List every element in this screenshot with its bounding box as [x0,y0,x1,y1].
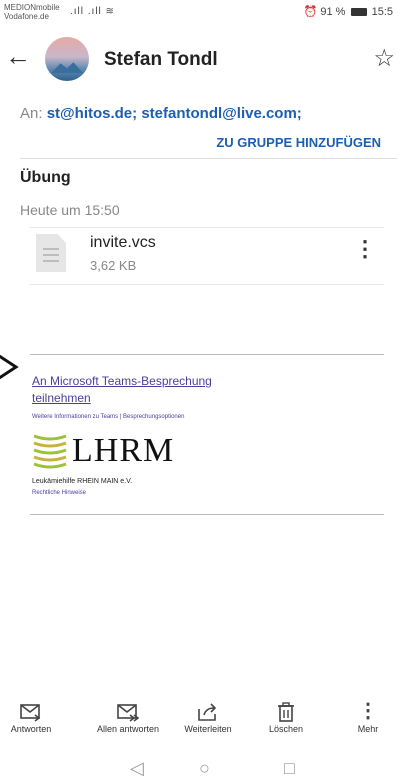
attachment-size: 3,62 KB [90,258,137,273]
forward-button[interactable]: Weiterleiten [176,700,240,734]
teams-info-links[interactable]: Weitere Informationen zu Teams | Besprec… [32,414,184,420]
message-subject: Übung [20,169,71,186]
teams-link-line1[interactable]: An Microsoft Teams-Besprechung [32,373,212,390]
legal-link[interactable]: Rechtliche Hinweise [32,490,86,496]
logo-emblem-icon [33,434,67,469]
action-bar: Antworten Allen antworten Weiterleiten L… [0,700,397,746]
more-label: Mehr [357,724,379,734]
reply-icon [20,704,41,722]
nav-recents-icon[interactable]: □ [284,758,295,779]
recipients-line: An: st@hitos.de; stefantondl@live.com; [20,105,302,122]
logo-text: LHRM [72,432,175,469]
star-icon[interactable]: ☆ [373,44,395,73]
carrier-info: MEDIONmobile Vodafone.de [4,3,60,21]
clock: 15:5 [371,6,393,18]
add-to-group-button[interactable]: ZU GRUPPE HINZUFÜGEN [216,135,381,150]
back-arrow-icon[interactable]: ← [4,42,32,72]
document-icon [36,234,66,272]
battery-icon [350,8,367,17]
organization-name: Leukämiehilfe RHEIN MAIN e.V. [32,478,133,485]
status-right: ⏰ 91 % 15:5 [304,5,393,18]
message-timestamp: Heute um 15:50 [20,202,120,218]
attachment-more-icon[interactable]: ⋮ [354,238,376,260]
divider [30,354,384,355]
network-name: Vodafone.de [4,12,49,21]
sender-name: Stefan Tondl [104,49,218,70]
more-icon: ⋮ [358,700,378,722]
battery-percent: 91 % [320,6,346,18]
nav-back-icon[interactable]: ◁ [130,758,144,779]
carrier-name: MEDIONmobile [4,3,60,12]
teams-link-line2[interactable]: teilnehmen [32,390,212,407]
divider [30,514,384,515]
teams-meeting-link[interactable]: An Microsoft Teams-Besprechung teilnehme… [32,373,212,407]
reply-all-label: Allen antworten [96,724,160,734]
attachment-name: invite.vcs [90,234,156,251]
alarm-icon: ⏰ [303,6,318,18]
reply-all-icon [117,704,140,722]
reply-label: Antworten [10,724,52,734]
recipients-prefix: An: [20,105,43,122]
divider [20,158,397,159]
nav-home-icon[interactable]: ○ [199,758,210,779]
forward-icon [198,703,217,721]
reply-all-button[interactable]: Allen antworten [88,700,168,734]
forward-label: Weiterleiten [184,724,232,734]
reply-button[interactable]: Antworten [6,700,56,734]
system-nav-bar: ◁ ○ □ [0,754,397,782]
signal-icons: .ıll .ıll ≋ [70,6,115,17]
more-button[interactable]: ⋮ Mehr [350,700,386,734]
arrow-shape-icon [0,354,19,380]
recipient-addresses[interactable]: st@hitos.de; stefantondl@live.com; [47,105,302,122]
attachment-item[interactable]: invite.vcs 3,62 KB ⋮ [30,228,384,284]
delete-button[interactable]: Löschen [262,700,310,734]
app-bar: ← Stefan Tondl ☆ [0,30,397,88]
status-bar: MEDIONmobile Vodafone.de .ıll .ıll ≋ ⏰ 9… [0,0,397,28]
divider [30,284,384,285]
trash-icon [278,702,294,722]
delete-label: Löschen [268,724,304,734]
avatar[interactable] [45,37,89,81]
